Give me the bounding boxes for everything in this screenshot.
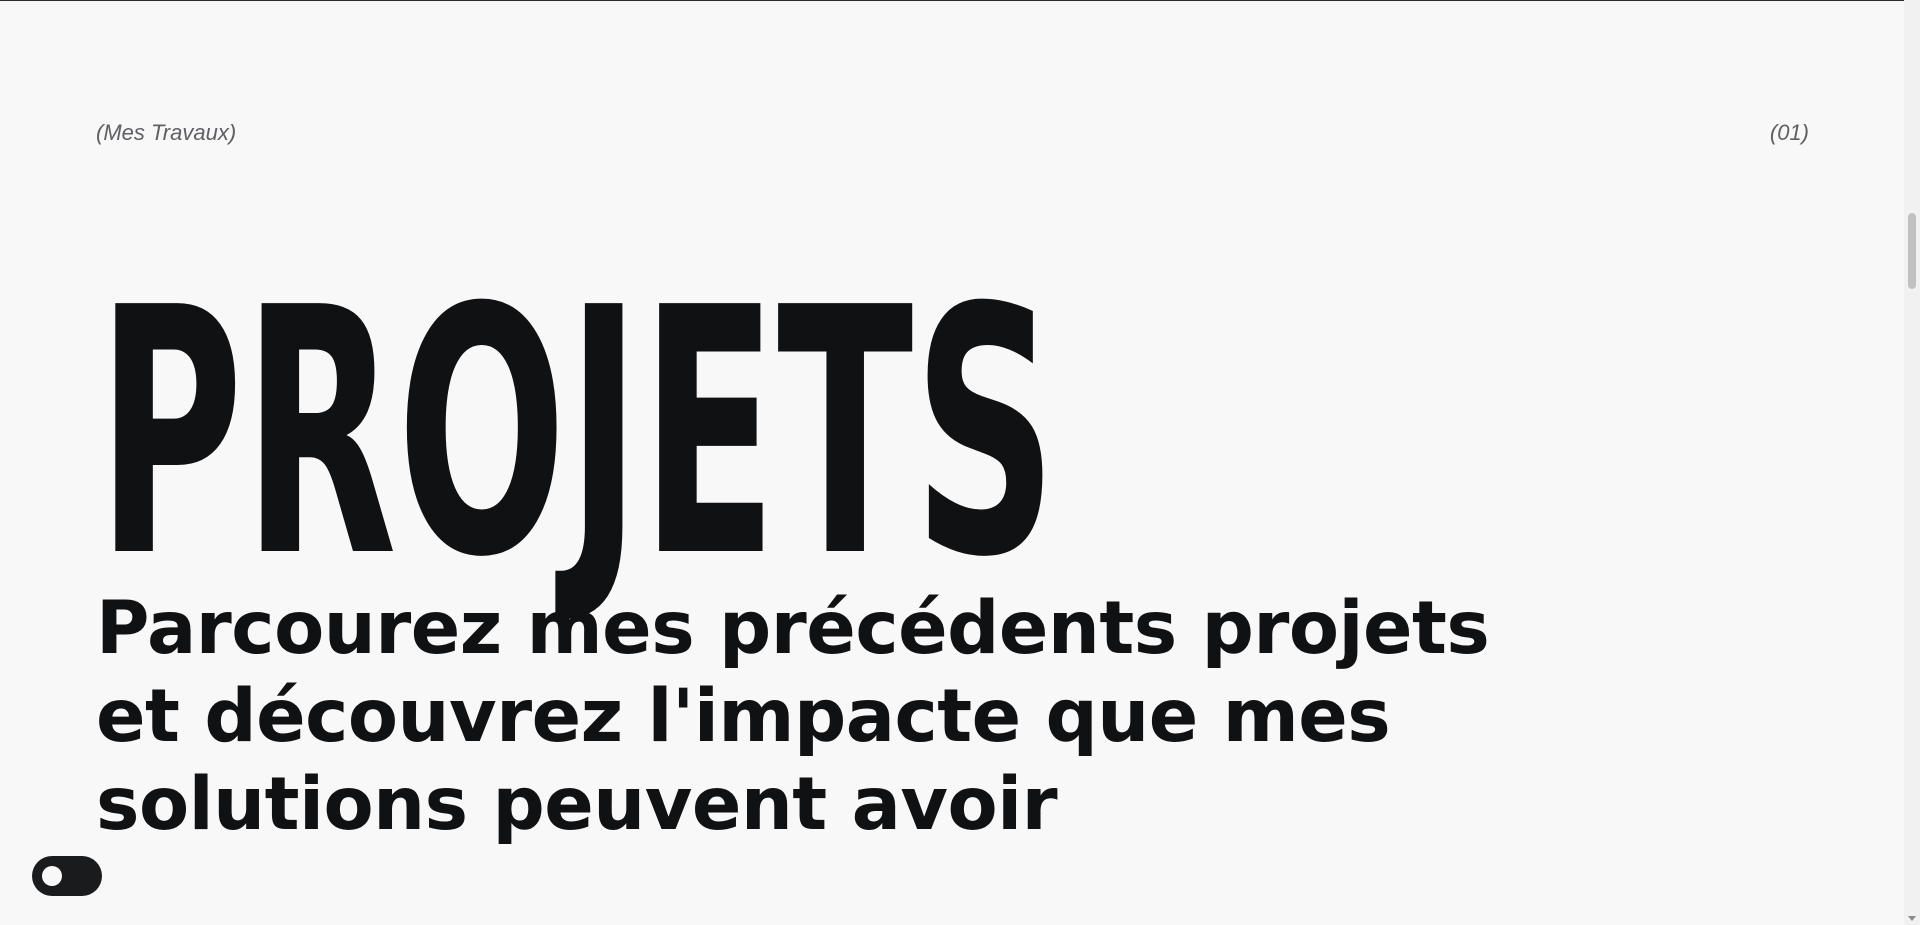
theme-toggle-button[interactable] [32,856,102,896]
section-index: (01) [1769,120,1809,145]
subtitle-line-3: solutions peuvent avoir [96,762,1058,847]
page-scrollbar[interactable] [1904,0,1920,925]
scroll-down-arrow-icon[interactable] [1908,916,1916,921]
hero-title-svg: PROJETS [97,236,1057,632]
toggle-switch-icon [42,866,62,886]
projects-section: (Mes Travaux) (01) PROJETS Parcourez mes… [0,1,1904,925]
subtitle-line-1: Parcourez mes précédents projets [96,586,1490,671]
section-label: (Mes Travaux) [96,120,237,145]
subtitle-line-2: et découvrez l'impacte que mes [96,674,1391,759]
hero-subtitle: Parcourez mes précédents projets et déco… [96,585,1556,849]
hero-title-text: PROJETS [97,236,1057,632]
scrollbar-thumb[interactable] [1908,213,1916,289]
hero-title: PROJETS [97,236,1097,632]
